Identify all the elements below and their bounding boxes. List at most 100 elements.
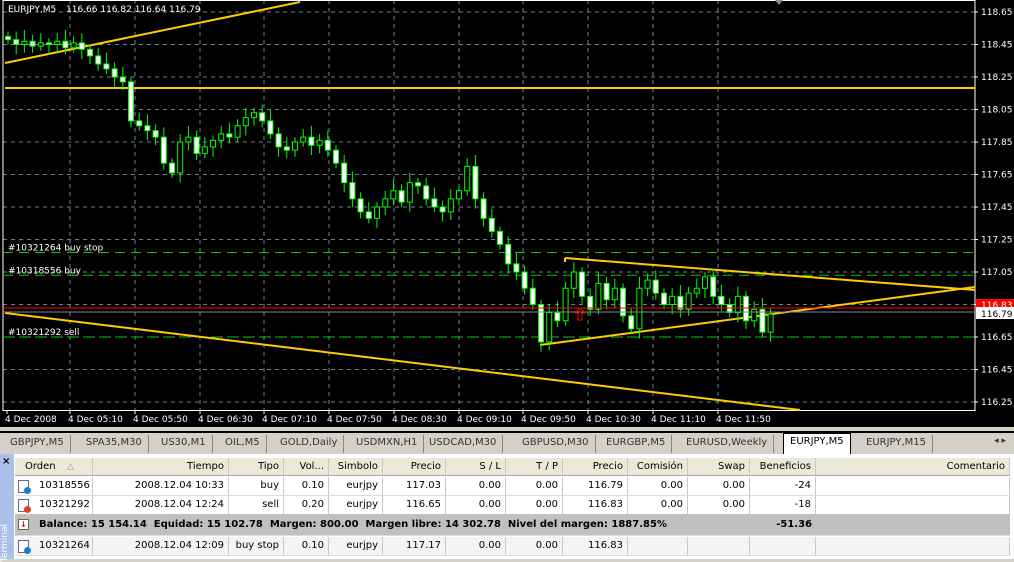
candle-body (693, 287, 700, 294)
cell-3: 0.10 (284, 477, 329, 495)
cell-4: eurjpy (329, 477, 383, 495)
candle-body (210, 139, 216, 148)
time-label: 4 Dec 11:10 (651, 415, 706, 425)
candle-body (497, 230, 503, 245)
balance-icon: ↓ (18, 519, 29, 530)
tab-spa35-m30[interactable]: SPA35,M30 (80, 435, 149, 453)
table-row[interactable]: 10318556 2008.12.04 10:33 buy 0.10 eurjpy 117… (15, 477, 1010, 496)
terminal-label: Terminal (0, 524, 10, 562)
tab-usdcad-m30[interactable]: USDCAD,M30 (423, 435, 504, 453)
candle-body (267, 120, 274, 135)
candle-body (357, 198, 364, 213)
price-tick-label: 118.05 (981, 106, 1013, 116)
price-tick-label: 118.45 (981, 41, 1013, 51)
cell-1: 2008.12.04 10:33 (93, 477, 229, 495)
candle-body (734, 295, 741, 314)
candle-body (398, 190, 405, 203)
candle-body (160, 136, 167, 164)
candle-body (259, 112, 266, 122)
candle-body (185, 136, 192, 143)
candle-body (128, 81, 134, 122)
tab-gbpjpy-m5[interactable]: GBPJPY,M5 (4, 435, 71, 453)
candle-body (70, 42, 77, 49)
candle-body (743, 295, 749, 322)
candle-body (603, 282, 610, 301)
tab-gbpusd-m30[interactable]: GBPUSD,M30 (516, 435, 596, 453)
tab-usdmxn-h1[interactable]: USDMXN,H1 (350, 435, 425, 453)
tab-scroll-arrows-icon[interactable]: ◂ ▸ (994, 436, 1006, 446)
cell-11 (750, 537, 816, 555)
cell-10: 0.00 (688, 477, 750, 495)
candle-body (554, 312, 561, 322)
cell-2: Tipo (229, 458, 284, 475)
cell-6: 0.00 (446, 537, 506, 555)
candle-body (488, 217, 495, 232)
time-label: 4 Dec 09:50 (521, 415, 576, 425)
candlestick-chart[interactable]: 118.65 118.45 118.25 118.05 117.85 117.65 117.… (0, 0, 1014, 427)
cell-2: buy (229, 477, 284, 495)
cell-5: 116.65 (383, 496, 446, 514)
pending-order-row[interactable]: 10321264 2008.12.04 12:09 buy stop 0.10 eurj… (15, 537, 1010, 556)
candle-body (62, 40, 69, 49)
candle-body (365, 211, 372, 219)
tab-us30-m1[interactable]: US30,M1 (155, 435, 213, 453)
price-tick-label: 116.45 (981, 366, 1013, 376)
candle-body (78, 42, 85, 50)
candle-body (21, 40, 28, 45)
tab-eurusd-weekly[interactable]: EURUSD,Weekly (680, 435, 775, 453)
candle-body (718, 295, 725, 305)
candle-body (29, 40, 36, 47)
sort-indicator-icon[interactable]: △ (67, 458, 74, 476)
candle-body (505, 243, 512, 265)
price-chart[interactable]: 118.65 118.45 118.25 118.05 117.85 117.65 117.… (0, 0, 1014, 427)
price-tick-label: 118.25 (981, 73, 1013, 83)
cell-11: -18 (750, 496, 816, 514)
time-label: 4 Dec 09:10 (457, 415, 512, 425)
price-tick-label: 117.05 (981, 268, 1013, 278)
cell-9 (628, 537, 688, 555)
candle-body (767, 313, 774, 333)
candle-body (628, 315, 635, 330)
candle-body (406, 182, 413, 203)
balance-total: -51.36 (776, 519, 812, 530)
candle-body (595, 282, 602, 310)
candle-body (13, 39, 20, 45)
candle-body (644, 279, 651, 289)
candle-body (652, 279, 659, 294)
cell-1: 2008.12.04 12:09 (93, 537, 229, 555)
cell-8: 116.83 (563, 496, 628, 514)
candle-body (685, 292, 692, 310)
candle-body (54, 40, 61, 45)
sell-order-icon (18, 499, 31, 513)
candle-body (538, 304, 544, 343)
time-label: 4 Dec 2008 (5, 415, 57, 425)
cell-10: 0.00 (688, 496, 750, 514)
time-label: 4 Dec 08:30 (392, 415, 447, 425)
cell-7: 0.00 (506, 537, 563, 555)
candle-body (111, 68, 118, 78)
cell-11: Beneficios (750, 458, 816, 475)
candle-body (529, 287, 536, 305)
candle-body (579, 271, 585, 297)
candle-body (5, 35, 11, 41)
candle-body (464, 165, 471, 192)
candle-body (570, 271, 577, 289)
price-tick-label: 117.45 (981, 203, 1013, 213)
tab-eurjpy-m15[interactable]: EURJPY,M15 (860, 435, 933, 453)
tab-gold-daily[interactable]: GOLD,Daily (274, 435, 345, 453)
buy-order-icon (18, 480, 31, 494)
candle-body (251, 112, 257, 119)
candle-body (193, 136, 200, 154)
table-header[interactable]: Orden Tiempo Tipo Vol... Simbolo Precio S / LT… (15, 458, 1010, 476)
candle-body (480, 198, 487, 219)
cell-12 (816, 537, 1010, 555)
time-label: 4 Dec 06:30 (198, 415, 253, 425)
terminal-panel: Orden Tiempo Tipo Vol... Simbolo Precio S / LT… (0, 454, 1014, 559)
table-row[interactable]: 10321292 2008.12.04 12:24 sell 0.20 eurjpy 11… (15, 496, 1010, 515)
close-icon[interactable]: × (2, 456, 10, 467)
tab-eurjpy-m5[interactable]: EURJPY,M5 (783, 433, 851, 454)
cell-4: eurjpy (329, 496, 383, 514)
candle-body (669, 295, 676, 305)
tab-eurgbp-m5[interactable]: EURGBP,M5 (600, 435, 673, 453)
tab-oil-m5[interactable]: OIL,M5 (219, 435, 267, 453)
